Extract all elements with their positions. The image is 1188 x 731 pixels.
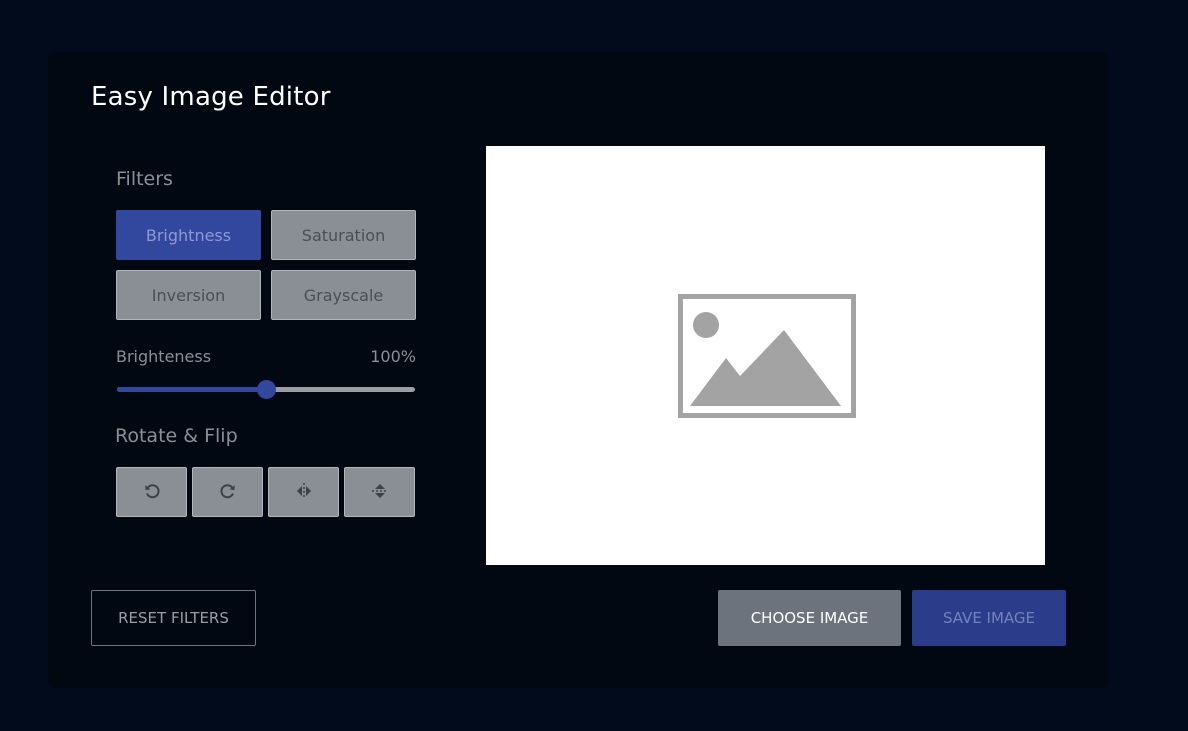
- choose-image-button[interactable]: CHOOSE IMAGE: [718, 590, 901, 646]
- slider-fill: [117, 387, 266, 392]
- rotate-left-button[interactable]: [116, 467, 187, 517]
- flip-horizontal-icon: [294, 481, 314, 504]
- reset-filters-button[interactable]: RESET FILTERS: [91, 590, 256, 646]
- slider-filter-name: Brighteness: [116, 347, 212, 366]
- image-preview: [486, 146, 1045, 565]
- editor-card: Easy Image Editor Filters Brightness Sat…: [48, 52, 1108, 688]
- image-placeholder-icon: [678, 294, 856, 422]
- filter-saturation-button[interactable]: Saturation: [271, 210, 416, 260]
- slider-filter-value: 100%: [370, 347, 416, 366]
- rotate-right-button[interactable]: [192, 467, 263, 517]
- filter-inversion-button[interactable]: Inversion: [116, 270, 261, 320]
- save-image-button[interactable]: SAVE IMAGE: [912, 590, 1066, 646]
- flip-horizontal-button[interactable]: [268, 467, 339, 517]
- rotate-flip-label: Rotate & Flip: [115, 425, 238, 447]
- rotate-right-icon: [219, 482, 237, 503]
- filters-label: Filters: [116, 168, 173, 190]
- filter-brightness-button[interactable]: Brightness: [116, 210, 261, 260]
- filter-slider[interactable]: [117, 380, 415, 399]
- app-title: Easy Image Editor: [91, 82, 331, 112]
- rotate-left-icon: [143, 482, 161, 503]
- flip-vertical-button[interactable]: [344, 467, 415, 517]
- flip-vertical-icon: [370, 481, 390, 504]
- filter-grayscale-button[interactable]: Grayscale: [271, 270, 416, 320]
- slider-thumb[interactable]: [257, 380, 276, 399]
